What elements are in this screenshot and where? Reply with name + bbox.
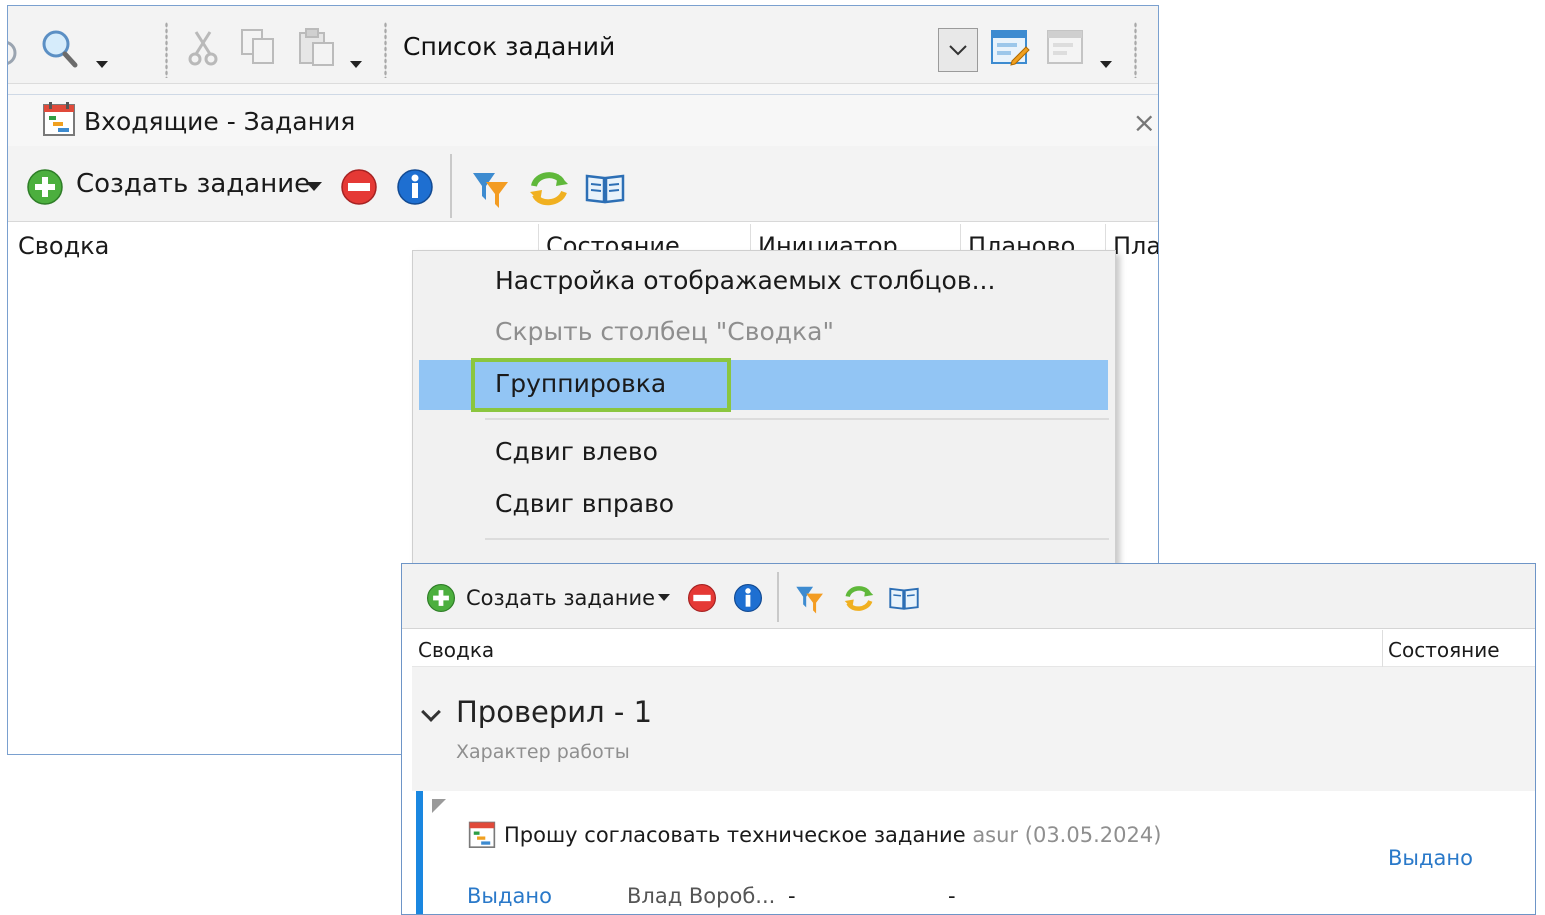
main-toolbar: Список заданий	[8, 6, 1158, 84]
add-icon[interactable]	[426, 583, 456, 613]
create-task-dropdown-icon[interactable]	[658, 594, 670, 601]
book-icon[interactable]	[584, 170, 626, 206]
toolbar-separator	[777, 572, 779, 622]
create-task-button[interactable]: Создать задание	[76, 169, 310, 199]
task-author: asur	[972, 823, 1019, 847]
column-header-summary[interactable]: Сводка	[418, 638, 494, 662]
copy-icon[interactable]	[240, 28, 276, 66]
search-icon[interactable]	[40, 28, 80, 70]
actions-toolbar: Создать задание	[402, 564, 1535, 629]
column-header-planned-2[interactable]: Пла	[1113, 232, 1158, 260]
refresh-icon[interactable]	[528, 168, 570, 208]
filter-icon[interactable]	[794, 583, 826, 615]
menu-item-grouping[interactable]: Группировка	[495, 369, 666, 398]
tab-incoming-tasks[interactable]: Входящие - Задания ×	[8, 94, 1158, 146]
toolbar-separator	[1134, 22, 1137, 78]
cut-icon[interactable]	[188, 30, 218, 66]
chevron-down-icon[interactable]	[421, 702, 441, 722]
calendar-task-icon	[43, 102, 75, 136]
delete-icon[interactable]	[340, 168, 378, 206]
task-summary[interactable]: Прошу согласовать техническое задание	[504, 823, 966, 847]
list-selector-dropdown-button[interactable]	[938, 28, 978, 72]
list-selector[interactable]: Список заданий	[403, 32, 615, 61]
menu-item-configure-columns[interactable]: Настройка отображаемых столбцов...	[495, 266, 995, 295]
column-header-summary[interactable]: Сводка	[18, 232, 109, 260]
search-dropdown-icon[interactable]	[96, 61, 108, 68]
menu-separator	[485, 418, 1109, 420]
info-icon[interactable]	[396, 168, 434, 206]
column-context-menu: Настройка отображаемых столбцов... Скрыт…	[412, 250, 1116, 580]
group-subtitle: Характер работы	[456, 741, 630, 763]
table-row[interactable]: Прошу согласовать техническое задание as…	[412, 791, 1535, 914]
menu-separator	[485, 538, 1109, 540]
view-dropdown-icon[interactable]	[1100, 61, 1112, 68]
refresh-icon[interactable]	[843, 583, 875, 613]
paste-icon[interactable]	[298, 28, 336, 68]
status-link[interactable]: Выдано	[467, 884, 552, 908]
group-title: Проверил - 1	[456, 695, 653, 729]
view-icon[interactable]	[1046, 28, 1086, 68]
actions-toolbar: Создать задание	[8, 146, 1158, 222]
initiator-value: Влад Вороб...	[627, 884, 776, 908]
grouped-tasks-window: Создать задание Сводка Состояние Провери…	[401, 563, 1536, 915]
row-summary-line: Прошу согласовать техническое задание as…	[504, 823, 1161, 847]
view-edit-icon[interactable]	[990, 28, 1030, 68]
delete-icon[interactable]	[687, 583, 717, 613]
menu-item-hide-column[interactable]: Скрыть столбец "Сводка"	[495, 317, 834, 346]
menu-item-shift-left[interactable]: Сдвиг влево	[495, 437, 658, 466]
planned-value: -	[788, 884, 796, 908]
row-corner-icon	[432, 799, 446, 813]
task-date: (03.05.2024)	[1024, 823, 1162, 847]
paste-dropdown-icon[interactable]	[350, 61, 362, 68]
column-header-status[interactable]: Состояние	[1388, 638, 1500, 662]
status-link[interactable]: Выдано	[1388, 846, 1473, 870]
create-task-dropdown-icon[interactable]	[306, 182, 322, 191]
menu-item-shift-right[interactable]: Сдвиг вправо	[495, 489, 674, 518]
filter-icon[interactable]	[470, 168, 512, 210]
book-icon[interactable]	[888, 584, 920, 612]
column-divider[interactable]	[1382, 630, 1383, 667]
close-icon[interactable]: ×	[1133, 109, 1156, 137]
add-icon[interactable]	[26, 168, 64, 206]
toolbar-separator	[384, 22, 387, 78]
toolbar-separator	[450, 154, 452, 218]
document-tabbar: Входящие - Задания ×	[8, 84, 1158, 146]
planned-value-2: -	[948, 884, 956, 908]
tab-title: Входящие - Задания	[84, 107, 356, 136]
toolbar-separator	[165, 22, 168, 78]
table-header: Сводка Состояние	[412, 630, 1535, 667]
calendar-task-icon	[468, 821, 496, 848]
info-icon[interactable]	[733, 583, 763, 613]
back-icon[interactable]	[7, 40, 18, 66]
create-task-button[interactable]: Создать задание	[466, 586, 655, 610]
chevron-down-icon	[949, 45, 967, 56]
group-header[interactable]: Проверил - 1 Характер работы	[412, 667, 1535, 791]
row-selection-accent	[416, 791, 423, 914]
